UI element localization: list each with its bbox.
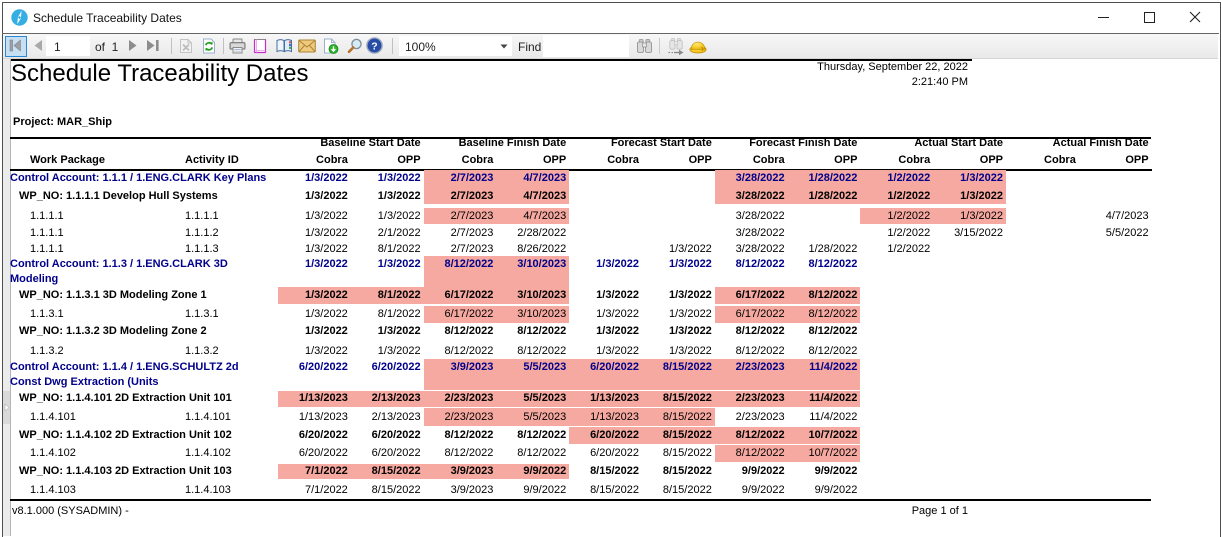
svg-text:?: ?: [371, 40, 377, 52]
